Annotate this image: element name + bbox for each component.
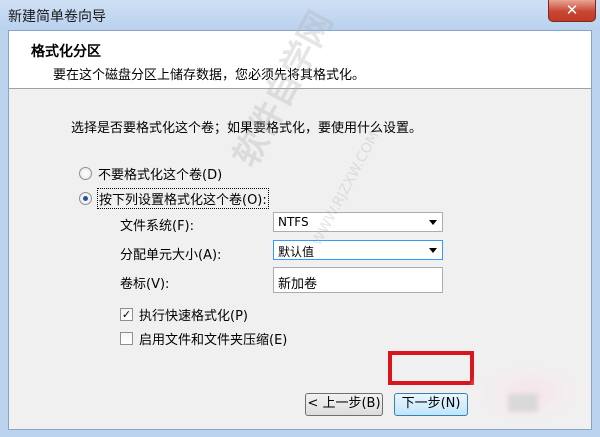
file-system-select[interactable]: NTFS <box>273 212 443 232</box>
obscured-region <box>470 358 590 428</box>
radio-label: 按下列设置格式化这个卷(O): <box>97 188 269 209</box>
compression-option[interactable]: 启用文件和文件夹压缩(E) <box>120 329 287 348</box>
next-button[interactable]: 下一步(N) <box>394 393 468 416</box>
allocation-unit-label: 分配单元大小(A): <box>120 248 222 263</box>
window-title: 新建简单卷向导 <box>8 9 106 25</box>
wizard-window: 新建简单卷向导 ✕ 格式化分区 要在这个磁盘分区上储存数据，您必须先将其格式化。… <box>0 0 600 437</box>
page-title: 格式化分区 <box>31 44 101 60</box>
wizard-header: 格式化分区 要在这个磁盘分区上储存数据，您必须先将其格式化。 <box>9 31 591 89</box>
quick-format-checkbox[interactable]: ✓ <box>120 308 133 321</box>
volume-label-label: 卷标(V): <box>120 277 170 292</box>
close-icon: ✕ <box>565 1 579 19</box>
radio-format[interactable]: 按下列设置格式化这个卷(O): <box>79 188 269 209</box>
file-system-value: NTFS <box>278 215 309 229</box>
quick-format-option[interactable]: ✓ 执行快速格式化(P) <box>120 305 248 324</box>
title-bar: 新建简单卷向导 ✕ <box>0 0 600 30</box>
volume-label-value: 新加卷 <box>278 277 318 292</box>
radio-no-format[interactable]: 不要格式化这个卷(D) <box>79 164 222 183</box>
allocation-unit-select[interactable]: 默认值 <box>273 240 443 260</box>
volume-label-input[interactable]: 新加卷 <box>273 267 443 293</box>
back-button[interactable]: < 上一步(B) <box>305 393 383 416</box>
compression-checkbox[interactable] <box>120 332 133 345</box>
radio-button-selected[interactable] <box>79 192 92 205</box>
checkbox-label: 执行快速格式化(P) <box>139 309 248 324</box>
close-button[interactable]: ✕ <box>548 0 596 22</box>
radio-button[interactable] <box>79 167 92 180</box>
chevron-down-icon <box>429 248 437 253</box>
chevron-down-icon <box>429 220 437 225</box>
checkbox-label: 启用文件和文件夹压缩(E) <box>139 333 288 348</box>
file-system-label: 文件系统(F): <box>120 219 195 234</box>
page-description: 要在这个磁盘分区上储存数据，您必须先将其格式化。 <box>53 68 366 83</box>
allocation-unit-value: 默认值 <box>278 245 315 259</box>
radio-label: 不要格式化这个卷(D) <box>98 168 223 183</box>
instruction-text: 选择是否要格式化这个卷；如果要格式化，要使用什么设置。 <box>71 121 423 136</box>
highlight-annotation <box>388 351 474 385</box>
